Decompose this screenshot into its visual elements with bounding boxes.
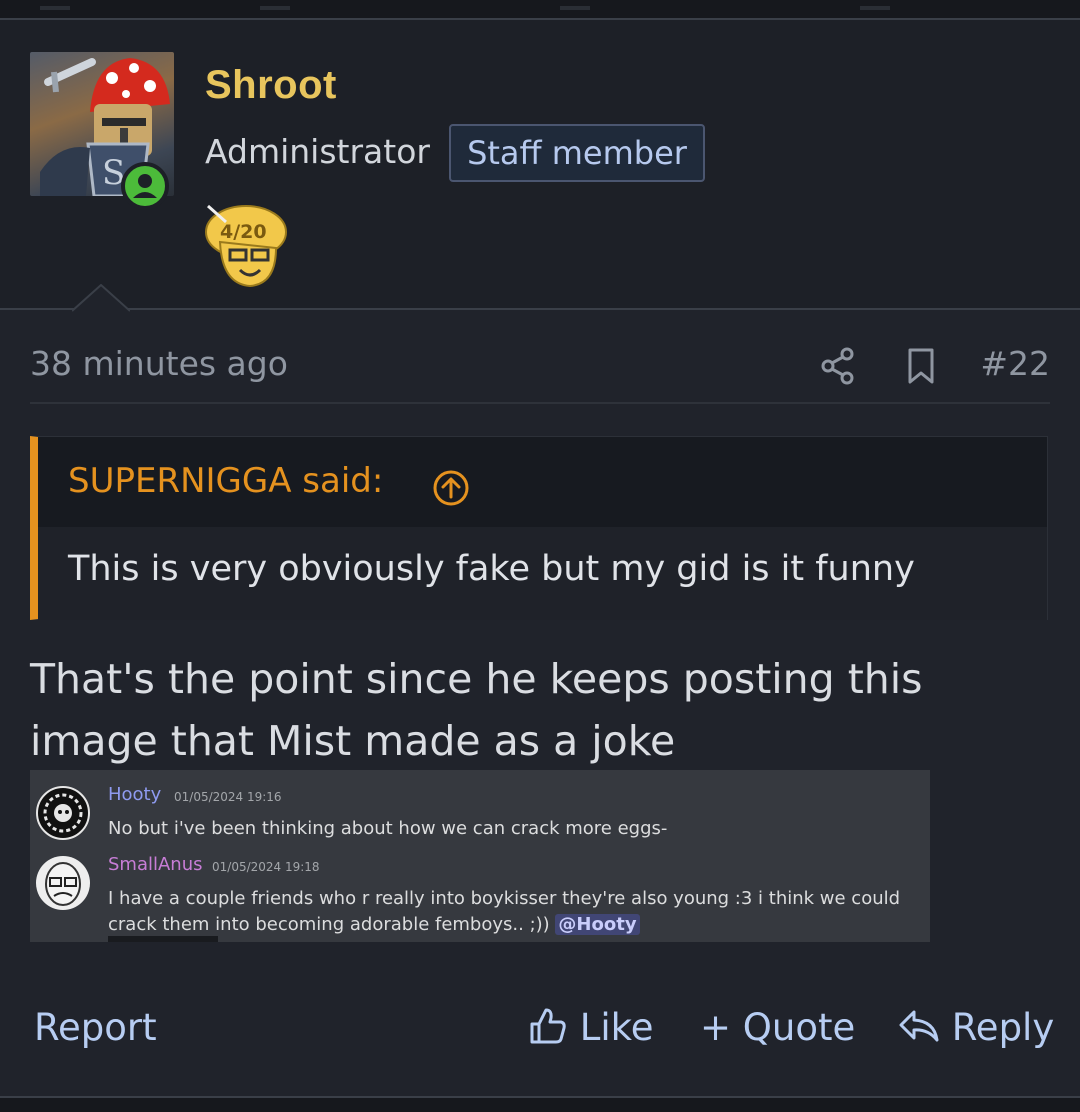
online-status-icon xyxy=(121,162,169,210)
reply-label: Reply xyxy=(951,1006,1055,1049)
like-label: Like xyxy=(579,1006,654,1049)
divider xyxy=(860,6,890,10)
user-title: Administrator xyxy=(205,132,430,171)
staff-badge: Staff member xyxy=(449,124,705,182)
chat-message: No but i've been thinking about how we c… xyxy=(108,818,668,839)
report-button[interactable]: Report xyxy=(34,1006,157,1049)
quote-block: SUPERNIGGA said: This is very obviously … xyxy=(30,436,1048,620)
chat-message-text: I have a couple friends who r really int… xyxy=(108,888,901,935)
post-number-link[interactable]: #22 xyxy=(980,344,1050,383)
post-timestamp[interactable]: 38 minutes ago xyxy=(30,344,288,383)
forum-post: S Shroot Administrator Staff member 4/20 xyxy=(0,20,1080,1096)
embedded-chat-screenshot[interactable]: Hooty 01/05/2024 19:16 No but i've been … xyxy=(30,770,930,942)
username[interactable]: Shroot xyxy=(205,63,337,108)
trophy-icon[interactable]: 4/20 xyxy=(204,198,292,290)
bookmark-icon[interactable] xyxy=(904,346,938,386)
quote-body: This is very obviously fake but my gid i… xyxy=(38,527,1047,620)
post-meta: 38 minutes ago #22 xyxy=(30,340,1050,404)
quote-author[interactable]: SUPERNIGGA said: xyxy=(68,461,383,501)
divider xyxy=(260,6,290,10)
chat-avatar xyxy=(36,856,90,910)
quote-header: SUPERNIGGA said: xyxy=(38,437,1047,527)
chat-mention: @Hooty xyxy=(555,914,640,935)
chat-username: SmallAnus xyxy=(108,854,203,875)
post-message: That's the point since he keeps posting … xyxy=(30,655,923,765)
chat-timestamp: 01/05/2024 19:18 xyxy=(212,860,320,874)
header-pointer xyxy=(72,284,130,312)
thumbs-up-icon xyxy=(530,1008,566,1044)
chat-avatar xyxy=(36,786,90,840)
bottom-border xyxy=(0,1096,1080,1112)
chat-username: Hooty xyxy=(108,784,162,805)
quote-button[interactable]: + Quote xyxy=(700,1006,855,1049)
divider xyxy=(560,6,590,10)
chat-message: I have a couple friends who r really int… xyxy=(108,886,918,938)
chat-timestamp: 01/05/2024 19:16 xyxy=(174,790,282,804)
share-icon[interactable] xyxy=(820,346,856,386)
reply-icon xyxy=(899,1010,939,1042)
trophy-label: 4/20 xyxy=(220,221,267,243)
user-header: S Shroot Administrator Staff member 4/20 xyxy=(0,20,1080,310)
top-border xyxy=(0,0,1080,20)
jump-to-quote-icon[interactable] xyxy=(432,469,470,507)
quote-text: This is very obviously fake but my gid i… xyxy=(68,549,915,589)
divider xyxy=(40,6,70,10)
post-actions: Report Like + Quote Reply xyxy=(0,1000,1080,1060)
reply-button[interactable]: Reply xyxy=(898,1006,1054,1049)
chat-attachment-edge xyxy=(108,936,218,942)
like-button[interactable]: Like xyxy=(528,1006,654,1049)
